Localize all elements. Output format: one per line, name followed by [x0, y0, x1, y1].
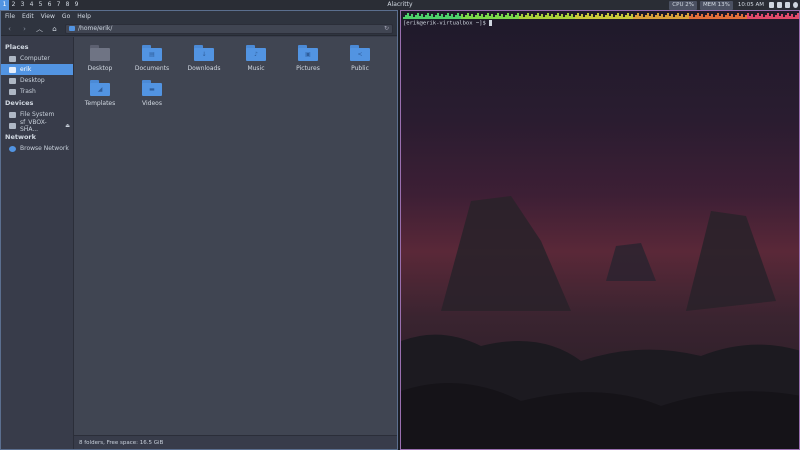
folder-videos[interactable]: ▬ Videos — [126, 80, 178, 107]
workspace-5[interactable]: 5 — [36, 0, 45, 10]
sidebar-item-erik[interactable]: erik — [1, 64, 73, 75]
sidebar-item-browse-network[interactable]: Browse Network — [1, 143, 73, 154]
sidebar-heading: Places — [5, 43, 29, 51]
workspace-1[interactable]: 1 — [0, 0, 9, 10]
file-manager-window: File Edit View Go Help ‹ › ︿ ⌂ /home/erik/ ↻… — [0, 10, 398, 450]
cpu-indicator[interactable]: CPU 2% — [669, 0, 697, 10]
folder-label: Pictures — [296, 65, 320, 72]
sidebar-item-label: sf_VBOX-SHA... — [20, 118, 47, 133]
folder-documents[interactable]: ▤ Documents — [126, 45, 178, 72]
folder-label: Videos — [142, 100, 162, 107]
clock[interactable]: 10:05 AM — [736, 2, 766, 8]
trash-icon — [9, 88, 16, 95]
location-path: /home/erik/ — [78, 25, 113, 32]
folder-icon: ▤ — [142, 45, 162, 61]
sidebar-item-label: Browse Network — [20, 145, 69, 152]
folder-templates[interactable]: ◢ Templates — [74, 80, 126, 107]
folder-icon: ↓ — [194, 45, 214, 61]
computer-icon — [9, 55, 16, 62]
folder-music[interactable]: ♪ Music — [230, 45, 282, 72]
eject-icon[interactable]: ⏏ — [65, 123, 70, 129]
sidebar-item-label: Computer — [20, 55, 50, 62]
sidebar-item-label: File System — [20, 111, 55, 118]
folder-label: Downloads — [187, 65, 221, 72]
terminal-window[interactable]: [erik@erik-virtualbox ~]$ — [400, 10, 800, 450]
folder-label: Desktop — [87, 65, 113, 72]
sidebar-item-sf-vbox-sha-[interactable]: sf_VBOX-SHA... ⏏ — [1, 118, 73, 133]
menu-help[interactable]: Help — [77, 13, 91, 20]
folder-label: Public — [351, 65, 369, 72]
mem-indicator[interactable]: MEM 13% — [699, 0, 733, 10]
folder-pictures[interactable]: ▣ Pictures — [282, 45, 334, 72]
sidebar-heading: Devices — [5, 99, 34, 107]
workspace-4[interactable]: 4 — [27, 0, 36, 10]
menu-bar: File Edit View Go Help — [1, 11, 397, 22]
folder-icon — [90, 45, 110, 61]
prompt-text: [erik@erik-virtualbox ~]$ — [403, 20, 490, 27]
drive-icon — [9, 122, 16, 129]
file-view[interactable]: Desktop ▤ Documents ↓ Downloads ♪ Music ▣ Pictur… — [74, 37, 397, 449]
top-panel: 123456789 Alacritty CPU 2% MEM 13% 10:05… — [0, 0, 800, 10]
folder-label: Documents — [134, 65, 170, 72]
folder-icon: ♪ — [246, 45, 266, 61]
home-icon — [9, 66, 16, 73]
system-tray: CPU 2% MEM 13% 10:05 AM — [669, 0, 798, 10]
sidebar-heading: Network — [5, 133, 36, 141]
network-icon[interactable] — [777, 2, 782, 8]
terminal-prompt[interactable]: [erik@erik-virtualbox ~]$ — [403, 20, 493, 27]
desktop-icon — [9, 77, 16, 84]
wallpaper-illustration — [401, 196, 799, 449]
sidebar-item-label: Trash — [20, 88, 36, 95]
sidebar-item-desktop[interactable]: Desktop — [1, 75, 73, 86]
toolbar: ‹ › ︿ ⌂ /home/erik/ ↻ — [1, 22, 397, 36]
forward-button[interactable]: › — [20, 24, 29, 33]
workspace-6[interactable]: 6 — [45, 0, 54, 10]
folder-icon: ▬ — [142, 80, 162, 96]
folder-label: Music — [247, 65, 265, 72]
up-button[interactable]: ︿ — [35, 24, 44, 33]
back-button[interactable]: ‹ — [5, 24, 14, 33]
sidebar-item-computer[interactable]: Computer — [1, 53, 73, 64]
status-bar: 8 folders, Free space: 16.5 GiB — [74, 435, 397, 449]
drive-icon — [9, 111, 16, 118]
workspace-8[interactable]: 8 — [63, 0, 72, 10]
reload-icon[interactable]: ↻ — [384, 25, 389, 32]
folder-icon — [69, 26, 75, 31]
workspace-2[interactable]: 2 — [9, 0, 18, 10]
menu-file[interactable]: File — [5, 13, 15, 20]
menu-view[interactable]: View — [41, 13, 55, 20]
home-button[interactable]: ⌂ — [50, 24, 59, 33]
network-icon — [9, 145, 16, 152]
sidebar-item-trash[interactable]: Trash — [1, 86, 73, 97]
folder-downloads[interactable]: ↓ Downloads — [178, 45, 230, 72]
menu-edit[interactable]: Edit — [22, 13, 34, 20]
location-bar[interactable]: /home/erik/ ↻ — [65, 23, 393, 34]
terminal-cursor — [489, 20, 493, 26]
menu-go[interactable]: Go — [62, 13, 70, 20]
folder-icon: ▣ — [298, 45, 318, 61]
sidebar-item-label: Desktop — [20, 77, 45, 84]
workspace-7[interactable]: 7 — [54, 0, 63, 10]
folder-desktop[interactable]: Desktop — [74, 45, 126, 72]
sidebar: Places Computer erik Desktop Trash Devices Fil… — [1, 37, 74, 449]
power-icon[interactable] — [793, 2, 798, 8]
folder-public[interactable]: < Public — [334, 45, 386, 72]
workspace-switcher: 123456789 — [0, 0, 81, 10]
sidebar-item-label: erik — [20, 66, 32, 73]
volume-icon[interactable] — [785, 2, 790, 8]
folder-icon: < — [350, 45, 370, 61]
folder-label: Templates — [84, 100, 116, 107]
folder-icon: ◢ — [90, 80, 110, 96]
workspace-3[interactable]: 3 — [18, 0, 27, 10]
battery-icon[interactable] — [769, 2, 774, 8]
workspace-9[interactable]: 9 — [72, 0, 81, 10]
